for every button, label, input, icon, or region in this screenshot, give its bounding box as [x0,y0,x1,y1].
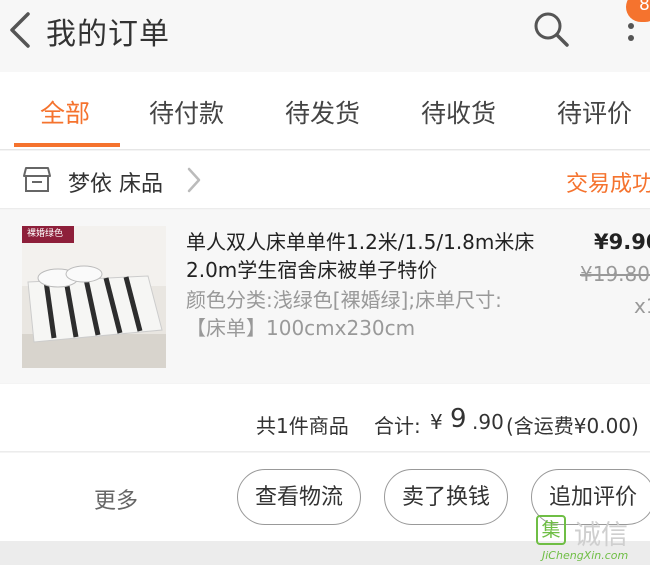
view-logistics-button[interactable]: 查看物流 [237,469,361,525]
total-amount-decimal: .90 [472,410,504,434]
product-original-price: ¥19.80 [580,262,650,286]
tab-pending-receipt[interactable]: 待收货 [421,94,496,130]
total-currency: ¥ [430,410,443,434]
total-amount: 9 [450,404,467,434]
search-icon[interactable] [532,10,570,48]
product-price: ¥9.90 [594,230,650,254]
active-tab-indicator [14,143,120,147]
watermark-logo-icon: 集 [536,515,566,545]
watermark-text: 诚信 [574,520,628,551]
product-image[interactable]: 裸婚绿色 [22,226,166,368]
tab-pending-review[interactable]: 待评价 [557,94,632,130]
order-item[interactable]: 裸婚绿色 单人双人床单单件1.2米/1.5/1.8m米床2.0m学生宿舍床被单子… [0,210,650,383]
shipping-fee: (含运费¥0.00) [506,414,639,438]
more-button[interactable]: 更多 [94,483,138,515]
item-count: 共1件商品 [256,414,349,438]
order-tabs: 全部 待付款 待发货 待收货 待评价 [0,72,650,150]
chevron-right-icon [187,167,201,193]
store-icon [23,167,51,192]
product-photo [22,226,166,368]
page-title: 我的订单 [46,17,170,52]
resell-button[interactable]: 卖了换钱 [384,469,508,525]
order-summary: 共1件商品 合计: ¥ 9 .90 (含运费¥0.00) [0,384,650,452]
tab-all[interactable]: 全部 [40,94,90,130]
tab-pending-shipment[interactable]: 待发货 [285,94,360,130]
site-watermark: 集 诚信 JiChengXin.com [534,513,650,565]
watermark-url: JiChengXin.com [542,549,629,562]
product-sku: 颜色分类:浅绿色[裸婚绿];床单尺寸:【床单】100cmx230cm [186,288,502,340]
product-image-tag: 裸婚绿色 [22,226,74,243]
shop-name[interactable]: 梦依 床品 [68,166,163,198]
product-quantity: x1 [634,294,650,318]
tab-pending-payment[interactable]: 待付款 [149,94,224,130]
order-status: 交易成功 [566,172,650,197]
product-title[interactable]: 单人双人床单单件1.2米/1.5/1.8m米床2.0m学生宿舍床被单子特价 [186,228,546,284]
chevron-left-icon[interactable] [6,10,34,50]
shop-row[interactable]: 梦依 床品 交易成功 [0,151,650,209]
total-label: 合计: [374,414,421,438]
app-header: 我的订单 8 [0,0,650,72]
